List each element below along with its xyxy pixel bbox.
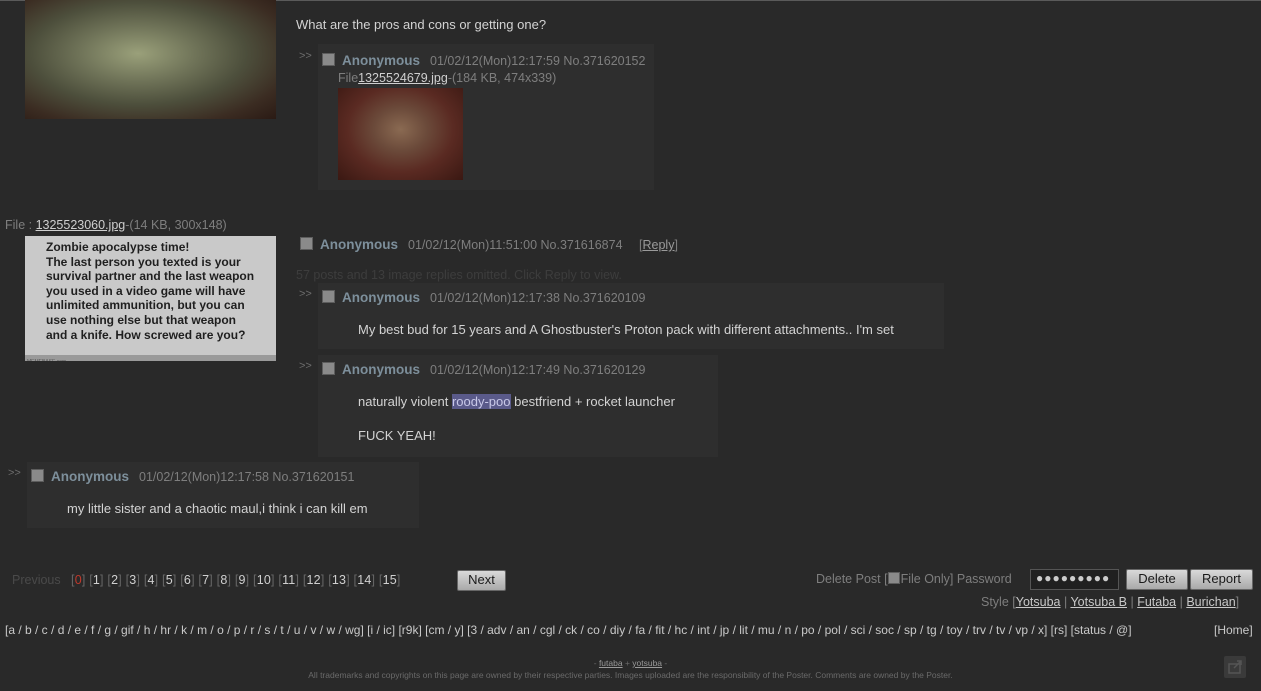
reply-comment: My best bud for 15 years and A Ghostbust… — [358, 322, 894, 337]
post-meta[interactable]: 01/02/12(Mon)12:17:49 No.371620129 — [430, 363, 645, 377]
post-meta[interactable]: 01/02/12(Mon)12:17:59 No.371620152 — [430, 54, 645, 68]
image-watermark: MEMEBASE.com — [25, 355, 276, 361]
image-line: survival partner and the last weapon — [46, 269, 255, 284]
omitted-notice: 57 posts and 13 image replies omitted. C… — [296, 268, 622, 282]
page-link-9[interactable]: 9 — [239, 573, 246, 587]
op-post-meta[interactable]: 01/02/12(Mon)11:51:00 No.371616874 — [408, 238, 623, 252]
page-link-6[interactable]: 6 — [184, 573, 191, 587]
page-numbers: [0] [1] [2] [3] [4] [5] [6] [7] [8] [9] … — [71, 573, 401, 587]
file-only-checkbox[interactable] — [887, 572, 900, 585]
page-link-11[interactable]: 11 — [282, 573, 295, 587]
reply-comment: naturally violent roody-poo bestfriend +… — [358, 394, 675, 409]
op-file-label: File : 1325523060.jpg-(14 KB, 300x148) — [5, 218, 227, 232]
file-link[interactable]: 1325524679.jpg — [358, 71, 448, 85]
style-yotsuba-b-link[interactable]: Yotsuba B — [1070, 595, 1127, 609]
reply-post: Anonymous 01/02/12(Mon)12:17:49 No.37162… — [318, 355, 718, 457]
reply-arrows: >> — [8, 467, 21, 479]
highlighted-text: roody-poo — [451, 394, 511, 409]
yotsuba-link[interactable]: yotsuba — [632, 658, 662, 668]
reply-link[interactable]: Reply — [642, 238, 674, 252]
reply-checkbox[interactable] — [322, 290, 335, 303]
image-line: Zombie apocalypse time! — [46, 240, 190, 254]
reply-thumbnail-image[interactable] — [338, 88, 463, 180]
reply-comment: my little sister and a chaotic maul,i th… — [67, 501, 368, 516]
next-button[interactable]: Next — [457, 570, 506, 591]
home-link[interactable]: [Home] — [1214, 623, 1253, 637]
style-yotsuba-link[interactable]: Yotsuba — [1016, 595, 1061, 609]
password-field[interactable]: ●●●●●●●●● — [1030, 569, 1119, 590]
poster-name: Anonymous — [342, 53, 421, 68]
op-reply-link[interactable]: [Reply] — [639, 238, 678, 252]
post-meta[interactable]: 01/02/12(Mon)12:17:58 No.371620151 — [139, 470, 354, 484]
file-label: File1325524679.jpg-(184 KB, 474x339) — [338, 71, 557, 85]
image-line: use nothing else but that weapon — [46, 312, 237, 327]
reply-arrows: >> — [299, 50, 312, 62]
op-file-link[interactable]: 1325523060.jpg — [36, 218, 126, 232]
op-poster-name: Anonymous — [320, 237, 399, 252]
reply-post: Anonymous 01/02/12(Mon)12:17:58 No.37162… — [27, 462, 419, 528]
image-line: and a knife. How screwed are you? — [46, 327, 246, 342]
delete-post-label: Delete Post [File Only] Password — [816, 572, 1012, 586]
page-link-5[interactable]: 5 — [166, 573, 173, 587]
op-checkbox[interactable] — [300, 237, 313, 250]
page-link-15[interactable]: 15 — [383, 573, 397, 587]
footer-links: - futaba + yotsuba - — [593, 658, 668, 668]
poster-name: Anonymous — [342, 290, 421, 305]
reply-post: Anonymous 01/02/12(Mon)12:17:59 No.37162… — [318, 44, 654, 190]
delete-button[interactable]: Delete — [1126, 569, 1188, 590]
page-link-4[interactable]: 4 — [148, 573, 155, 587]
op-thumbnail-image[interactable] — [25, 0, 276, 119]
reply-comment-line2: FUCK YEAH! — [358, 428, 436, 443]
page-link-14[interactable]: 14 — [357, 573, 371, 587]
page-link-1[interactable]: 1 — [93, 573, 100, 587]
op-comment: What are the pros and cons or getting on… — [296, 17, 547, 32]
image-line: you used in a video game will have — [46, 283, 246, 298]
image-line: The last person you texted is your — [46, 254, 241, 269]
futaba-link[interactable]: futaba — [599, 658, 623, 668]
page-link-10[interactable]: 10 — [257, 573, 271, 587]
poster-name: Anonymous — [51, 469, 130, 484]
footer-disclaimer: All trademarks and copyrights on this pa… — [308, 670, 953, 680]
image-line: unlimited ammunition, but you can — [46, 298, 245, 313]
reply-arrows: >> — [299, 288, 312, 300]
style-futaba-link[interactable]: Futaba — [1137, 595, 1176, 609]
report-button[interactable]: Report — [1190, 569, 1253, 590]
style-burichan-link[interactable]: Burichan — [1186, 595, 1235, 609]
board-navigation[interactable]: [a / b / c / d / e / f / g / gif / h / h… — [5, 623, 1132, 637]
reply-post: Anonymous 01/02/12(Mon)12:17:38 No.37162… — [318, 283, 944, 349]
reply-checkbox[interactable] — [31, 469, 44, 482]
share-icon[interactable] — [1224, 656, 1246, 678]
page-link-0[interactable]: 0 — [75, 573, 82, 587]
previous-link: Previous — [12, 573, 61, 587]
style-switcher: Style [Yotsuba | Yotsuba B | Futaba | Bu… — [981, 595, 1240, 609]
post-meta[interactable]: 01/02/12(Mon)12:17:38 No.371620109 — [430, 291, 645, 305]
reply-checkbox[interactable] — [322, 53, 335, 66]
poster-name: Anonymous — [342, 362, 421, 377]
reply-checkbox[interactable] — [322, 362, 335, 375]
page-link-13[interactable]: 13 — [332, 573, 346, 587]
page-link-12[interactable]: 12 — [307, 573, 321, 587]
reply-arrows: >> — [299, 360, 312, 372]
op-zombie-image[interactable]: Zombie apocalypse time! The last person … — [25, 236, 276, 361]
